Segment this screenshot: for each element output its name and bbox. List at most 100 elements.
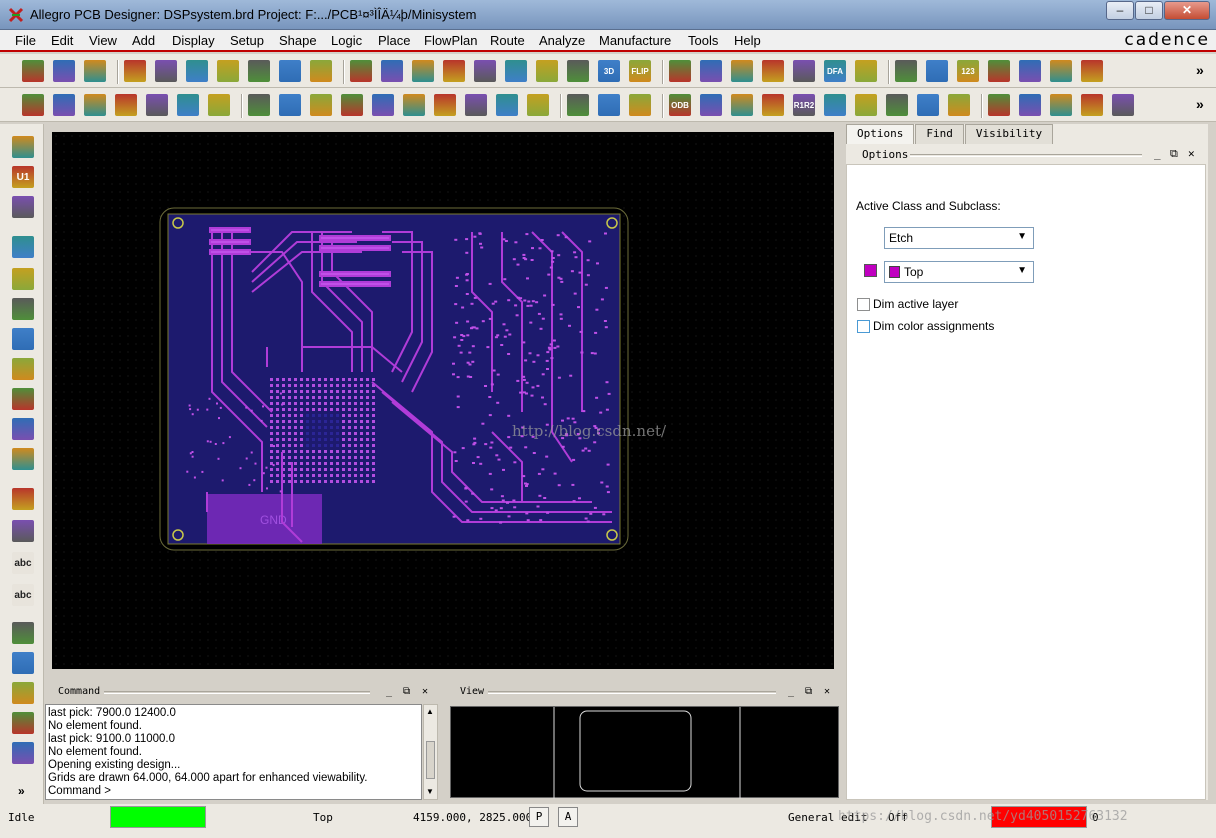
dimension-icon[interactable]: [598, 94, 620, 116]
menu-add[interactable]: Add: [132, 33, 155, 48]
dim-color-assignments-checkbox[interactable]: [857, 320, 870, 333]
zoom-out-icon[interactable]: [474, 60, 496, 82]
select-icon[interactable]: [341, 94, 363, 116]
zoom-prev-icon[interactable]: [505, 60, 527, 82]
matrix-icon[interactable]: [855, 94, 877, 116]
route-1-icon[interactable]: [12, 622, 34, 644]
rect-icon[interactable]: [279, 94, 301, 116]
command-prompt[interactable]: Command >: [48, 785, 419, 798]
menu-edit[interactable]: Edit: [51, 33, 73, 48]
zoom-world-icon[interactable]: [536, 60, 558, 82]
menu-tools[interactable]: Tools: [688, 33, 718, 48]
shape-icon-6[interactable]: [527, 94, 549, 116]
dehighlight-icon[interactable]: [1050, 60, 1072, 82]
undo-icon[interactable]: [217, 60, 239, 82]
move-icon[interactable]: [124, 60, 146, 82]
scroll-up-icon[interactable]: ▲: [426, 707, 434, 716]
text-add-icon[interactable]: abc: [12, 552, 34, 574]
shape-icon-5[interactable]: [496, 94, 518, 116]
open-icon[interactable]: [53, 60, 75, 82]
layer-icon[interactable]: [731, 60, 753, 82]
new-icon[interactable]: [22, 60, 44, 82]
array-icon[interactable]: [917, 94, 939, 116]
component-icon[interactable]: [12, 196, 34, 218]
tab-options[interactable]: Options: [846, 124, 915, 144]
key-icon[interactable]: [886, 94, 908, 116]
route-2-icon[interactable]: [12, 652, 34, 674]
etch-icon-6[interactable]: [177, 94, 199, 116]
route-5-icon[interactable]: [12, 742, 34, 764]
odb-icon[interactable]: ODB: [669, 94, 691, 116]
p-button[interactable]: P: [529, 807, 549, 827]
command-restore-icon[interactable]: ⧉: [403, 686, 410, 697]
toolbar-overflow-icon[interactable]: »: [1196, 96, 1204, 112]
left-toolbar-overflow-icon[interactable]: »: [18, 784, 25, 798]
drc-icon[interactable]: [793, 60, 815, 82]
menu-manufacture[interactable]: Manufacture: [599, 33, 671, 48]
measure-icon[interactable]: [926, 60, 948, 82]
fanout-icon[interactable]: [12, 328, 34, 350]
shape-icon-4[interactable]: [465, 94, 487, 116]
shape-fill-icon[interactable]: [762, 60, 784, 82]
menu-file[interactable]: File: [15, 33, 36, 48]
view-close-icon[interactable]: ✕: [824, 686, 830, 697]
sun-icon[interactable]: [1019, 60, 1041, 82]
menu-setup[interactable]: Setup: [230, 33, 264, 48]
menu-analyze[interactable]: Analyze: [539, 33, 585, 48]
save-icon[interactable]: [84, 60, 106, 82]
grid-array-icon[interactable]: [948, 94, 970, 116]
minimize-button[interactable]: –: [1106, 1, 1134, 20]
wave-icon[interactable]: [988, 94, 1010, 116]
panel-close-icon[interactable]: ✕: [1188, 147, 1195, 160]
grid-icon[interactable]: [350, 60, 372, 82]
etch-icon-4[interactable]: [115, 94, 137, 116]
panel-restore-icon[interactable]: ⧉: [1170, 147, 1178, 161]
color-icon[interactable]: [700, 60, 722, 82]
zoom-points-icon[interactable]: [412, 60, 434, 82]
zoom-in-icon[interactable]: [443, 60, 465, 82]
class-select[interactable]: Etch ▼: [884, 227, 1034, 249]
menu-help[interactable]: Help: [734, 33, 761, 48]
command-minimize-icon[interactable]: _: [386, 686, 392, 697]
info-icon[interactable]: [895, 60, 917, 82]
slide-icon[interactable]: [12, 268, 34, 290]
3d-icon[interactable]: 3D: [598, 60, 620, 82]
highlight-icon[interactable]: [988, 60, 1010, 82]
world-view[interactable]: [450, 706, 839, 799]
route-3-icon[interactable]: [12, 682, 34, 704]
doc-3-icon[interactable]: [1081, 94, 1103, 116]
3d-view-icon[interactable]: [855, 60, 877, 82]
flag-icon[interactable]: [824, 94, 846, 116]
place-icon[interactable]: [567, 94, 589, 116]
add-line-icon[interactable]: [12, 236, 34, 258]
a-button[interactable]: A: [558, 807, 578, 827]
command-scrollbar[interactable]: ▲ ▼: [423, 704, 438, 800]
circle-icon[interactable]: [310, 94, 332, 116]
scroll-thumb[interactable]: [426, 741, 435, 779]
close-button[interactable]: ✕: [1164, 1, 1210, 20]
shape-icon-1[interactable]: [372, 94, 394, 116]
refdes-icon[interactable]: R1R2: [793, 94, 815, 116]
menu-logic[interactable]: Logic: [331, 33, 362, 48]
shape-icon-3[interactable]: [434, 94, 456, 116]
line-draw-icon[interactable]: [12, 488, 34, 510]
script-icon[interactable]: [731, 94, 753, 116]
zoom-fit-icon[interactable]: [381, 60, 403, 82]
doc-icon[interactable]: [1019, 94, 1041, 116]
subclass-color-swatch[interactable]: [864, 264, 877, 277]
subclass-select[interactable]: Top ▼: [884, 261, 1034, 283]
panel-minimize-icon[interactable]: _: [1154, 147, 1161, 160]
dfa-icon[interactable]: DFA: [824, 60, 846, 82]
redo-icon[interactable]: [248, 60, 270, 82]
command-output[interactable]: last pick: 7900.0 12400.0 No element fou…: [45, 704, 422, 800]
command-close-icon[interactable]: ✕: [422, 686, 428, 697]
toolbar-overflow-icon[interactable]: »: [1196, 62, 1204, 78]
redraw-icon[interactable]: [567, 60, 589, 82]
design-canvas[interactable]: GND http://blog.csdn.net/: [52, 132, 834, 669]
window-icon[interactable]: [1112, 94, 1134, 116]
maximize-button[interactable]: □: [1135, 1, 1163, 20]
connect-icon[interactable]: [12, 358, 34, 380]
u1-icon[interactable]: U1: [12, 166, 34, 188]
tab-visibility[interactable]: Visibility: [964, 124, 1054, 144]
flip-icon[interactable]: FLIP: [629, 60, 651, 82]
